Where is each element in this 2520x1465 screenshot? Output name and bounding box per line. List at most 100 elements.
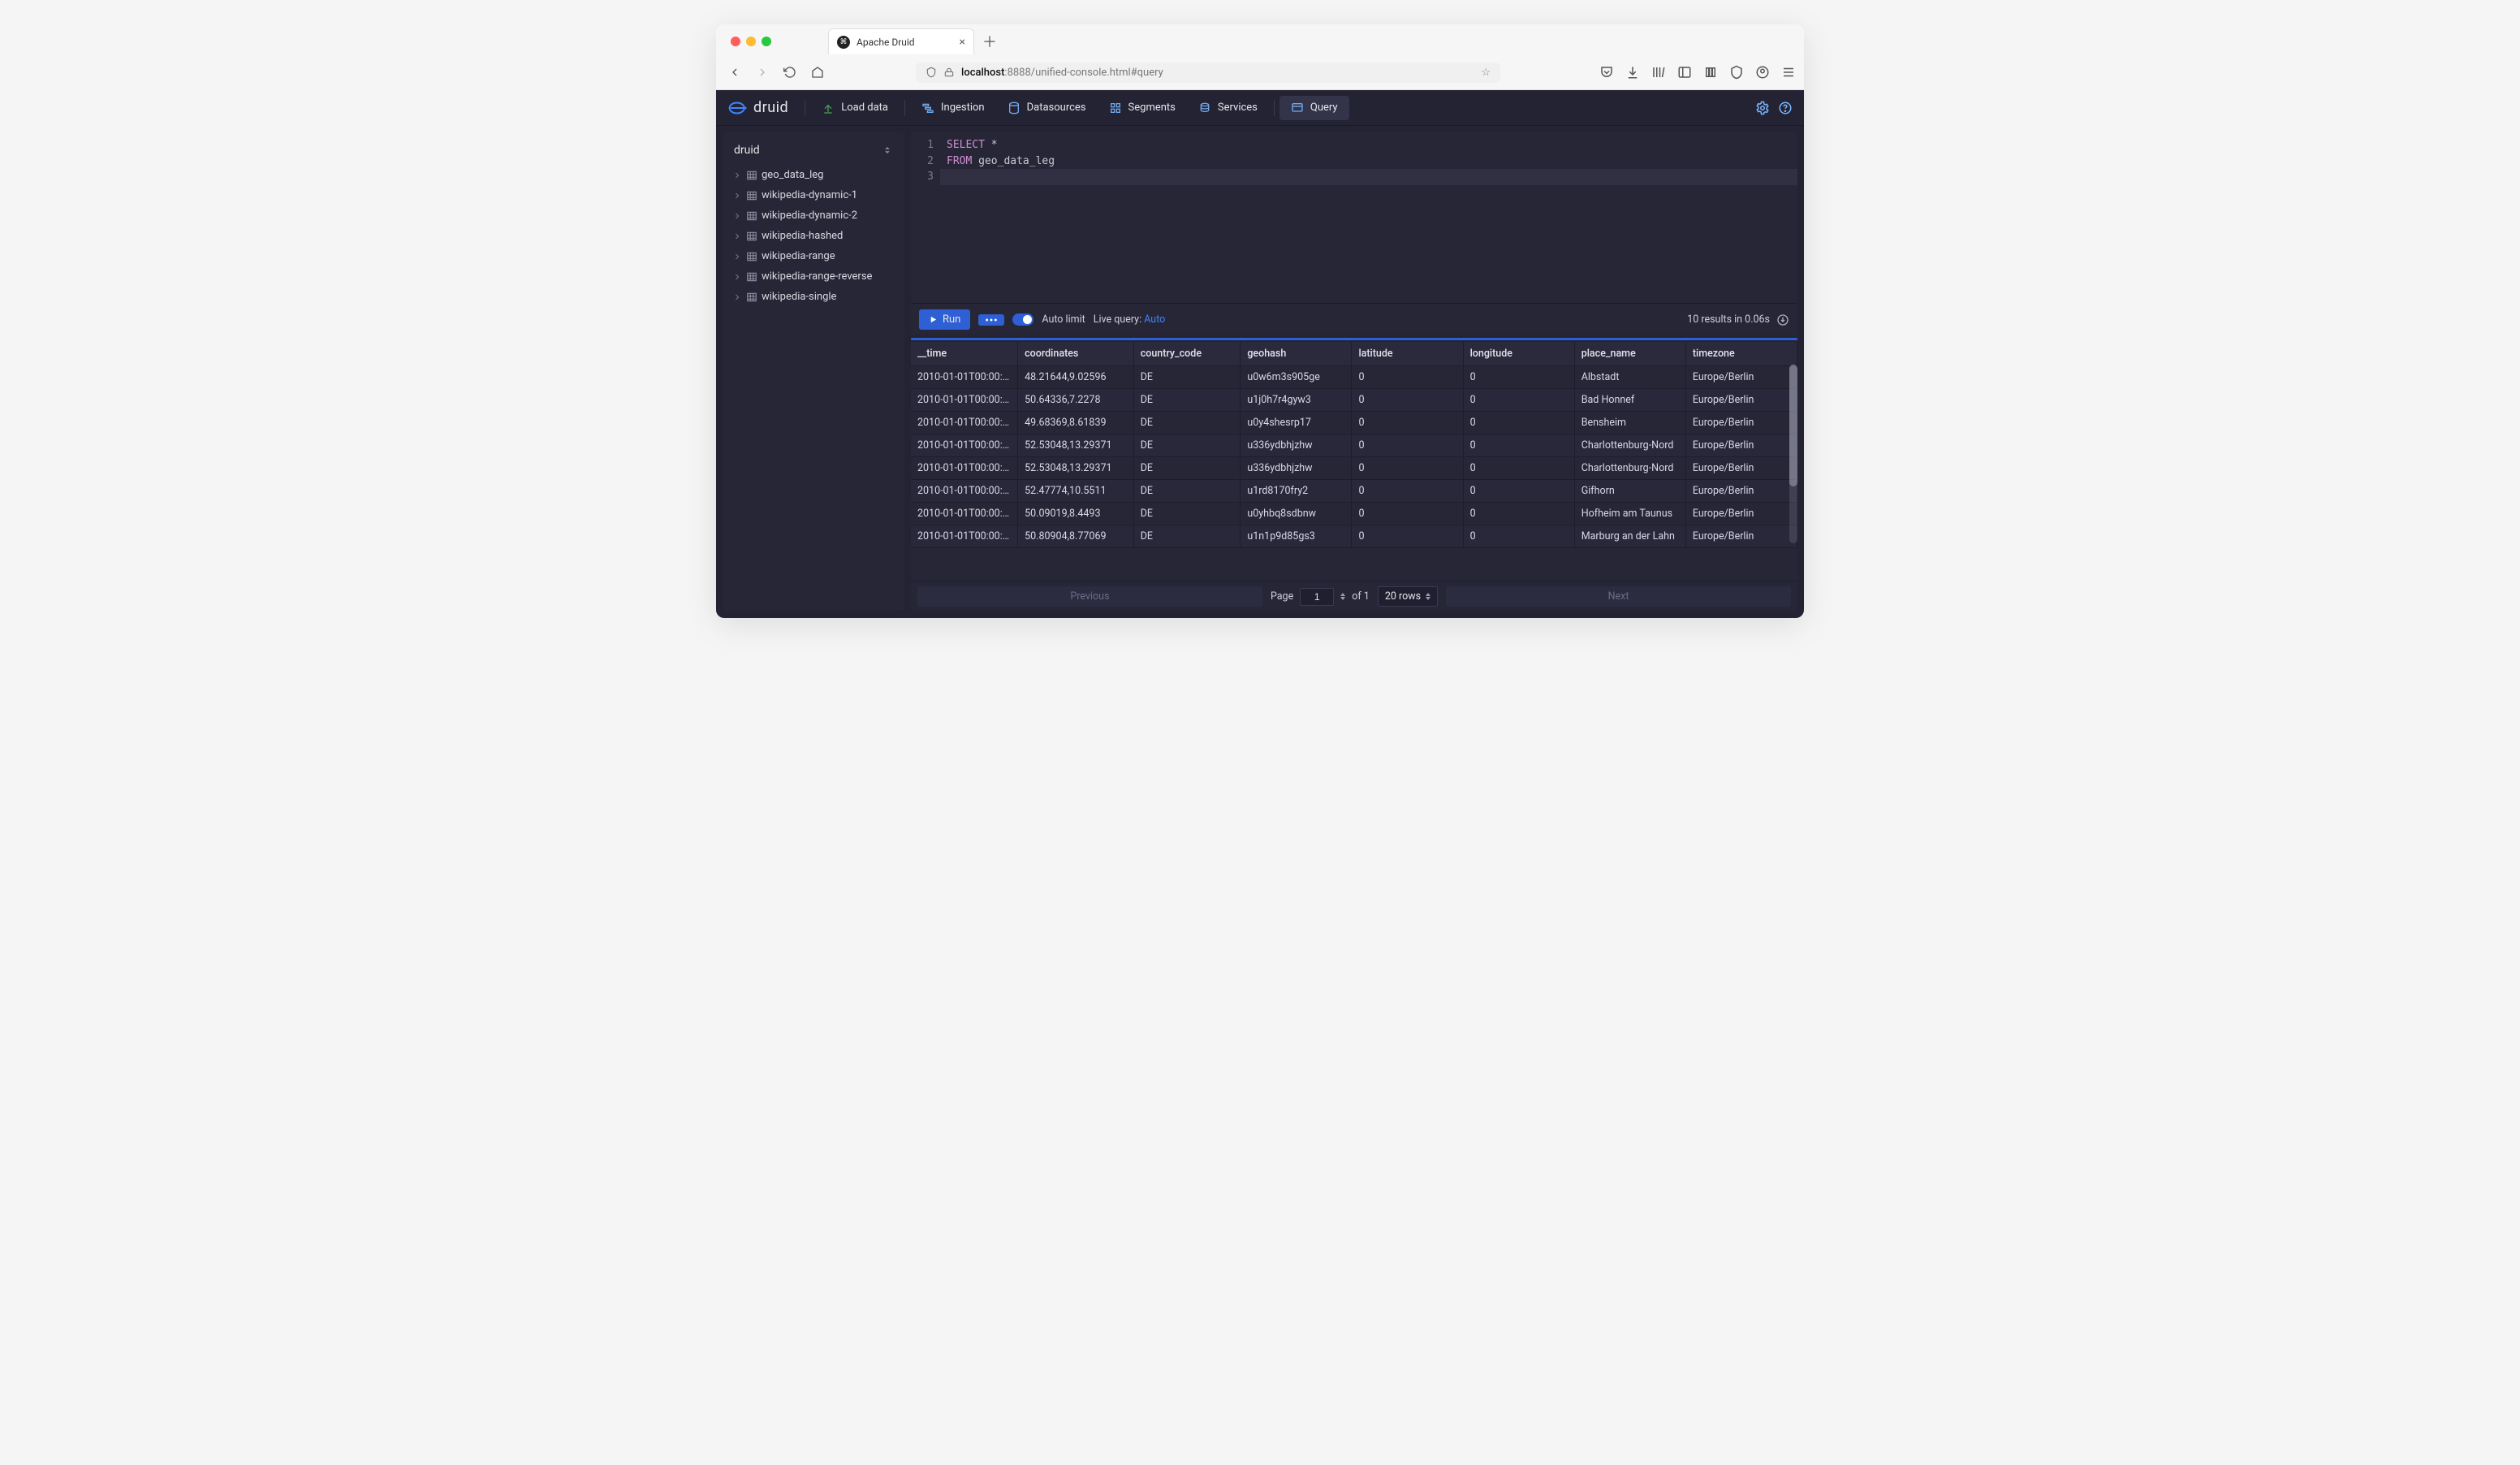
cell: 0 [1352, 503, 1463, 525]
sidebar-title: druid [734, 144, 760, 157]
run-label: Run [943, 313, 960, 326]
cell: u1rd8170fry2 [1241, 480, 1352, 503]
rows-per-page-select[interactable]: 20 rows [1378, 586, 1438, 607]
home-button[interactable] [807, 62, 828, 83]
table-row[interactable]: 2010-01-01T00:00:00.52.47774,10.5511DEu1… [911, 480, 1797, 503]
maximize-window-icon[interactable] [762, 37, 771, 46]
table-row[interactable]: 2010-01-01T00:00:00.52.53048,13.29371DEu… [911, 457, 1797, 480]
table-row[interactable]: 2010-01-01T00:00:00.49.68369,8.61839DEu0… [911, 412, 1797, 434]
column-header[interactable]: place_name [1574, 342, 1685, 366]
sidebar-item[interactable]: wikipedia-single [727, 287, 900, 307]
gear-icon[interactable] [1755, 101, 1770, 115]
sidebar-item[interactable]: wikipedia-dynamic-2 [727, 205, 900, 226]
hamburger-icon[interactable] [1781, 65, 1796, 80]
sort-icon[interactable] [882, 145, 893, 156]
column-header[interactable]: coordinates [1018, 342, 1134, 366]
table-body: 2010-01-01T00:00:00.48.21644,9.02596DEu0… [911, 366, 1797, 548]
ellipsis-icon [985, 318, 998, 322]
close-window-icon[interactable] [731, 37, 740, 46]
cell: 0 [1463, 412, 1574, 434]
cell: Europe/Berlin [1685, 434, 1797, 457]
column-header[interactable]: __time [911, 342, 1018, 366]
library-icon[interactable] [1651, 65, 1666, 80]
column-header[interactable]: longitude [1463, 342, 1574, 366]
cell: 2010-01-01T00:00:00. [911, 366, 1018, 389]
cell: u336ydbhjzhw [1241, 434, 1352, 457]
forward-button[interactable] [752, 62, 773, 83]
nav-datasources[interactable]: Datasources [996, 96, 1098, 120]
column-header[interactable]: latitude [1352, 342, 1463, 366]
table-row[interactable]: 2010-01-01T00:00:00.48.21644,9.02596DEu0… [911, 366, 1797, 389]
table-row[interactable]: 2010-01-01T00:00:00.50.64336,7.2278DEu1j… [911, 389, 1797, 412]
column-header[interactable]: geohash [1241, 342, 1352, 366]
favicon-icon: ⌘ [837, 36, 850, 49]
cell: 2010-01-01T00:00:00. [911, 434, 1018, 457]
back-button[interactable] [724, 62, 745, 83]
live-query-value[interactable]: Auto [1144, 313, 1165, 326]
results-grid[interactable]: __timecoordinatescountry_codegeohashlati… [911, 342, 1797, 581]
download-icon[interactable] [1776, 313, 1789, 326]
run-button[interactable]: Run [919, 309, 970, 330]
url-path: :8888/unified-console.html#query [1004, 67, 1163, 79]
column-header[interactable]: timezone [1685, 342, 1797, 366]
cell: 0 [1463, 434, 1574, 457]
nav-label: Segments [1128, 102, 1176, 114]
sidebar-item[interactable]: wikipedia-hashed [727, 226, 900, 246]
sidebar-item[interactable]: geo_data_leg [727, 165, 900, 185]
table-row[interactable]: 2010-01-01T00:00:00.52.53048,13.29371DEu… [911, 434, 1797, 457]
sidebar-item-label: wikipedia-range-reverse [762, 270, 872, 283]
sidebar-item[interactable]: wikipedia-range [727, 246, 900, 266]
auto-limit-label: Auto limit [1042, 313, 1085, 326]
previous-button[interactable]: Previous [917, 586, 1262, 607]
reload-button[interactable] [779, 62, 800, 83]
cell: 50.80904,8.77069 [1018, 525, 1134, 548]
sidebar-icon[interactable] [1677, 65, 1692, 80]
table-row[interactable]: 2010-01-01T00:00:00.50.09019,8.4493DEu0y… [911, 503, 1797, 525]
nav-ingestion[interactable]: Ingestion [910, 96, 996, 120]
new-tab-button[interactable]: ＋ [982, 31, 997, 52]
close-tab-icon[interactable]: × [960, 36, 965, 49]
url-input[interactable]: localhost:8888/unified-console.html#quer… [916, 63, 1500, 83]
sql-editor[interactable]: 1 2 3 SELECT * FROM geo_data_leg [911, 132, 1797, 303]
column-header[interactable]: country_code [1133, 342, 1241, 366]
bookmark-star-icon[interactable]: ☆ [1481, 67, 1491, 79]
help-icon[interactable] [1778, 101, 1793, 115]
auto-limit-toggle[interactable] [1012, 313, 1033, 326]
nav-segments[interactable]: Segments [1098, 96, 1187, 120]
druid-logo-icon [727, 97, 749, 119]
run-more-button[interactable] [978, 314, 1004, 326]
code-text: * [985, 139, 998, 151]
logo[interactable]: druid [727, 97, 788, 119]
shield-icon [926, 67, 937, 78]
page-input[interactable] [1300, 588, 1334, 606]
scrollbar-thumb[interactable] [1789, 365, 1797, 486]
minimize-window-icon[interactable] [746, 37, 756, 46]
cell: Charlottenburg-Nord [1574, 457, 1685, 480]
cell: 0 [1352, 366, 1463, 389]
browser-tab[interactable]: ⌘ Apache Druid × [828, 28, 974, 54]
code-area[interactable]: SELECT * FROM geo_data_leg [940, 132, 1797, 303]
nav-query[interactable]: Query [1279, 96, 1349, 120]
table-icon [746, 292, 757, 303]
ublock-icon[interactable] [1729, 65, 1744, 80]
cell: u1j0h7r4gyw3 [1241, 389, 1352, 412]
upload-icon [822, 102, 835, 115]
cell: Europe/Berlin [1685, 525, 1797, 548]
account-icon[interactable] [1755, 65, 1770, 80]
pocket-icon[interactable] [1599, 65, 1614, 80]
url-host: localhost [961, 67, 1004, 79]
nav-services[interactable]: Services [1187, 96, 1269, 120]
sidebar-item[interactable]: wikipedia-range-reverse [727, 266, 900, 287]
page-spinner[interactable] [1340, 593, 1345, 600]
cell: Europe/Berlin [1685, 412, 1797, 434]
cell: 2010-01-01T00:00:00. [911, 389, 1018, 412]
table-row[interactable]: 2010-01-01T00:00:00.50.80904,8.77069DEu1… [911, 525, 1797, 548]
nav-load-data[interactable]: Load data [810, 96, 900, 120]
sidebar-item[interactable]: wikipedia-dynamic-1 [727, 185, 900, 205]
cell: DE [1133, 434, 1241, 457]
vertical-scrollbar[interactable] [1789, 365, 1797, 543]
next-button[interactable]: Next [1446, 586, 1791, 607]
downloads-icon[interactable] [1625, 65, 1640, 80]
extension-icon[interactable] [1703, 65, 1718, 80]
cell: 2010-01-01T00:00:00. [911, 480, 1018, 503]
